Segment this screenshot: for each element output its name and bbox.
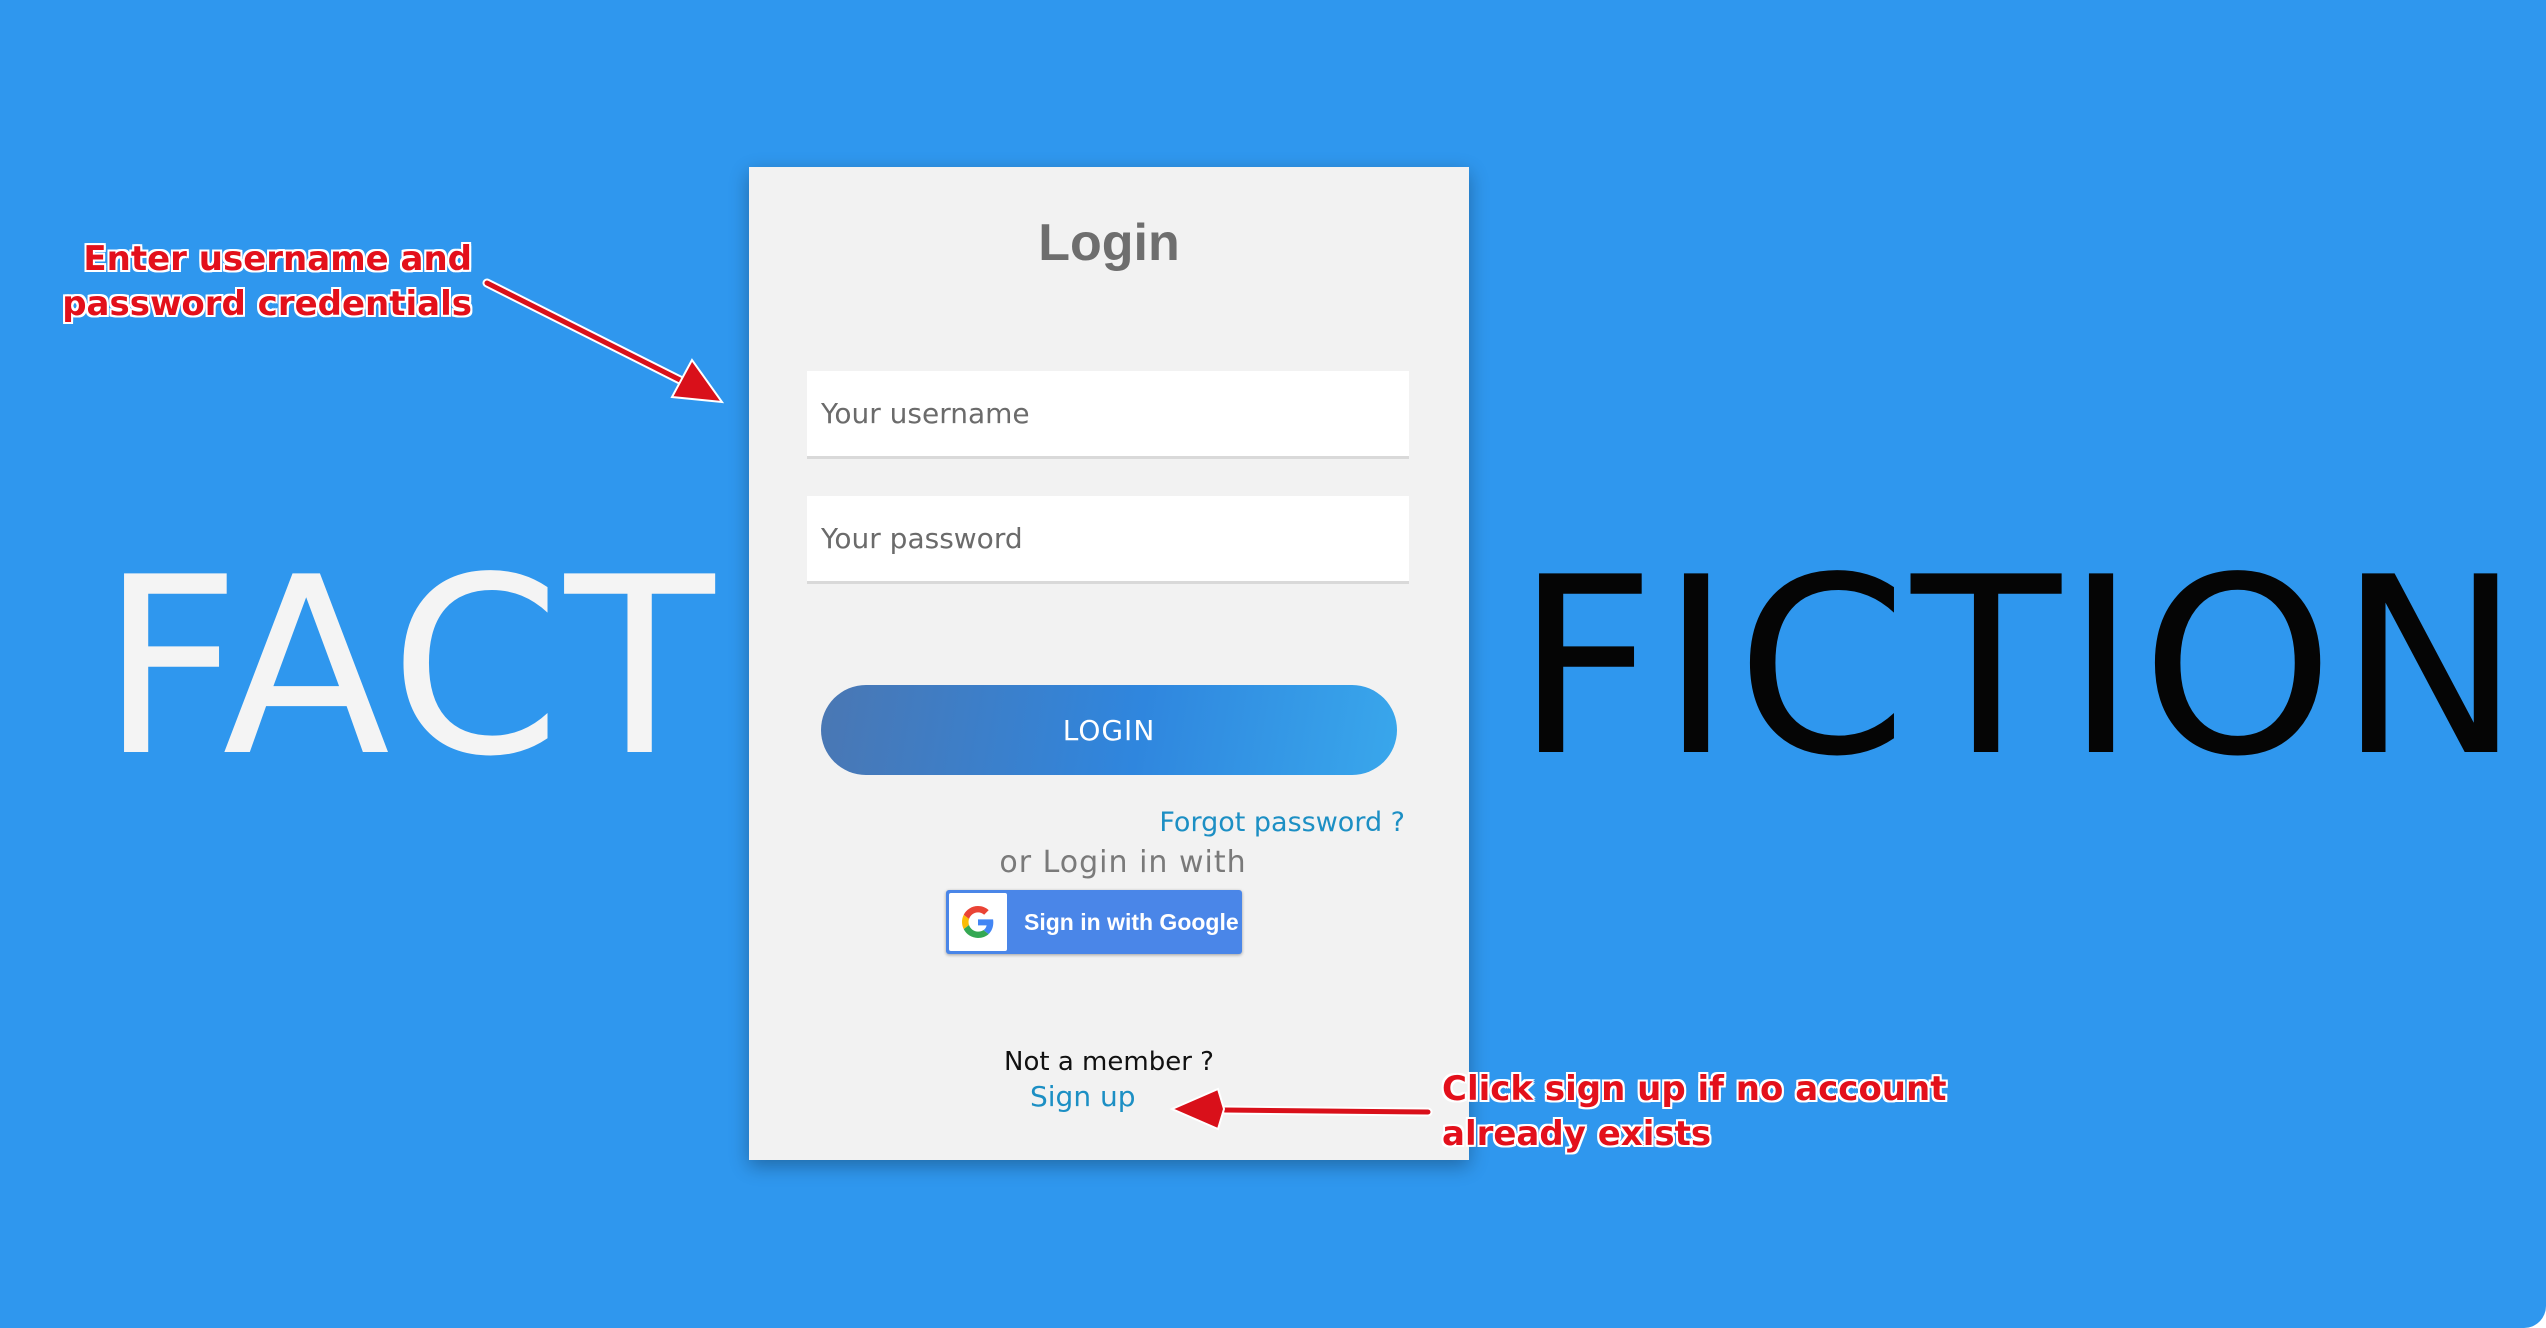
signup-annotation-line-2: already exists <box>1442 1114 1712 1154</box>
fact-heading: FACT <box>100 525 719 810</box>
password-input[interactable] <box>807 496 1409 584</box>
credentials-annotation: Enter username and password credentials <box>62 237 472 327</box>
google-g-icon <box>962 906 994 938</box>
sign-up-link[interactable]: Sign up <box>1030 1080 1136 1113</box>
google-sign-in-button[interactable]: Sign in with Google <box>946 890 1242 954</box>
signup-annotation: Click sign up if no account already exis… <box>1442 1067 1946 1157</box>
login-title: Login <box>1038 214 1180 272</box>
credentials-annotation-line-2: password credentials <box>62 284 472 324</box>
forgot-password-link[interactable]: Forgot password ? <box>1159 807 1405 838</box>
google-icon-container <box>949 893 1007 951</box>
not-member-text: Not a member ? <box>1004 1047 1214 1077</box>
page-background: FACT FICTION Login LOGIN Forgot password… <box>0 0 2546 1328</box>
google-button-label: Sign in with Google <box>1024 909 1239 935</box>
login-card: Login LOGIN Forgot password ? or Login i… <box>749 167 1469 1160</box>
username-input[interactable] <box>807 371 1409 459</box>
login-button[interactable]: LOGIN <box>821 685 1397 775</box>
fiction-heading: FICTION <box>1515 525 2526 810</box>
signup-annotation-line-1: Click sign up if no account <box>1442 1069 1947 1109</box>
or-login-with-text: or Login in with <box>999 845 1247 880</box>
credentials-arrow <box>482 278 725 404</box>
credentials-annotation-line-1: Enter username and <box>83 239 472 279</box>
